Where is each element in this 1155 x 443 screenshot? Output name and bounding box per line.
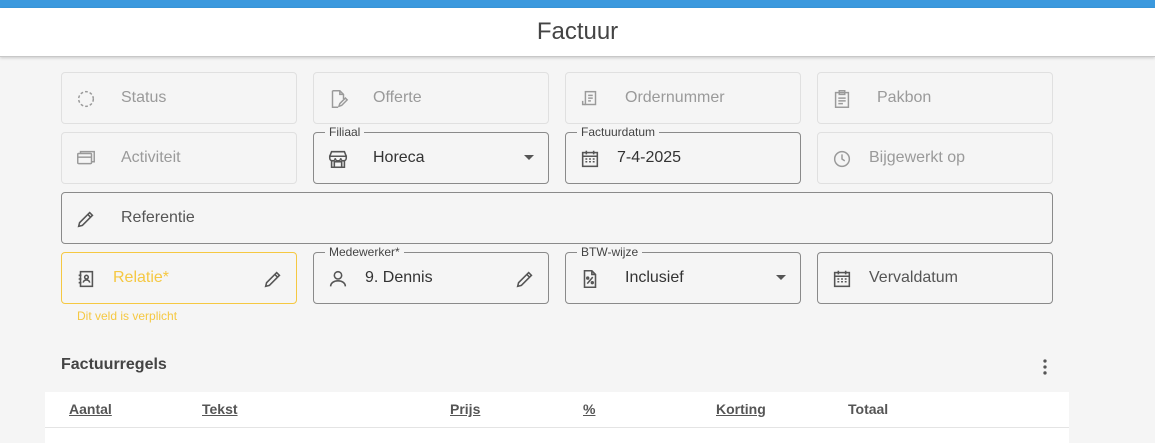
edit-medewerker-pencil-icon[interactable] xyxy=(514,268,536,290)
vervaldatum-field[interactable]: Vervaldatum xyxy=(817,252,1053,304)
offerte-field[interactable]: Offerte xyxy=(313,72,549,124)
loading-circle-icon xyxy=(75,88,97,110)
cards-icon xyxy=(75,148,97,170)
ordernummer-field[interactable]: Ordernummer xyxy=(565,72,801,124)
referentie-placeholder: Referentie xyxy=(121,209,195,226)
pencil-icon xyxy=(75,208,97,230)
factuurregels-table-header: Aantal Tekst Prijs % Korting Totaal xyxy=(45,392,1069,428)
filiaal-select[interactable]: Filiaal Horeca xyxy=(313,125,549,184)
document-edit-icon xyxy=(327,88,349,110)
column-percent[interactable]: % xyxy=(583,392,595,426)
percent-document-icon xyxy=(579,268,601,290)
filiaal-label: Filiaal xyxy=(325,125,365,139)
contact-book-icon xyxy=(75,268,97,290)
more-vertical-icon[interactable] xyxy=(1034,356,1056,378)
clock-icon xyxy=(831,148,853,170)
chevron-down-icon[interactable] xyxy=(524,155,534,160)
bijgewerkt-placeholder: Bijgewerkt op xyxy=(869,149,966,166)
receipt-icon xyxy=(579,88,601,110)
factuurregels-table-body xyxy=(45,428,1069,443)
pakbon-placeholder: Pakbon xyxy=(877,89,932,106)
person-icon xyxy=(327,268,349,290)
filiaal-value: Horeca xyxy=(373,149,425,166)
pakbon-field[interactable]: Pakbon xyxy=(817,72,1053,124)
column-korting[interactable]: Korting xyxy=(716,392,766,426)
top-accent-bar xyxy=(0,0,1155,8)
medewerker-value: 9. Dennis xyxy=(365,269,433,286)
bijgewerkt-field[interactable]: Bijgewerkt op xyxy=(817,132,1053,184)
store-icon xyxy=(327,148,349,170)
page-title: Factuur xyxy=(536,18,619,45)
activiteit-field[interactable]: Activiteit xyxy=(61,132,297,184)
page-header: Factuur xyxy=(0,8,1155,57)
chevron-down-icon[interactable] xyxy=(776,275,786,280)
edit-relatie-pencil-icon[interactable] xyxy=(262,268,284,290)
referentie-field[interactable]: Referentie xyxy=(61,192,1053,244)
column-prijs[interactable]: Prijs xyxy=(450,392,480,426)
factuurregels-title: Factuurregels xyxy=(61,356,167,373)
column-totaal: Totaal xyxy=(848,401,889,417)
activiteit-placeholder: Activiteit xyxy=(121,149,181,166)
factuurdatum-value: 7-4-2025 xyxy=(617,149,682,166)
clipboard-icon xyxy=(831,88,853,110)
column-aantal[interactable]: Aantal xyxy=(69,392,112,426)
status-field[interactable]: Status xyxy=(61,72,297,124)
relatie-placeholder: Relatie* xyxy=(113,269,170,286)
column-tekst[interactable]: Tekst xyxy=(202,392,238,426)
btw-wijze-select[interactable]: BTW-wijze Inclusief xyxy=(565,245,801,304)
factuurdatum-field[interactable]: Factuurdatum 7-4-2025 xyxy=(565,125,801,184)
medewerker-field[interactable]: Medewerker* 9. Dennis xyxy=(313,245,549,304)
offerte-placeholder: Offerte xyxy=(373,89,422,106)
vervaldatum-placeholder: Vervaldatum xyxy=(869,269,958,286)
relatie-field[interactable]: Relatie* xyxy=(61,252,297,304)
calendar-icon xyxy=(831,268,853,290)
relatie-error-message: Dit veld is verplicht xyxy=(77,309,178,323)
ordernummer-placeholder: Ordernummer xyxy=(625,89,725,106)
status-placeholder: Status xyxy=(121,89,167,106)
calendar-icon xyxy=(579,148,601,170)
btw-wijze-value: Inclusief xyxy=(625,269,684,286)
